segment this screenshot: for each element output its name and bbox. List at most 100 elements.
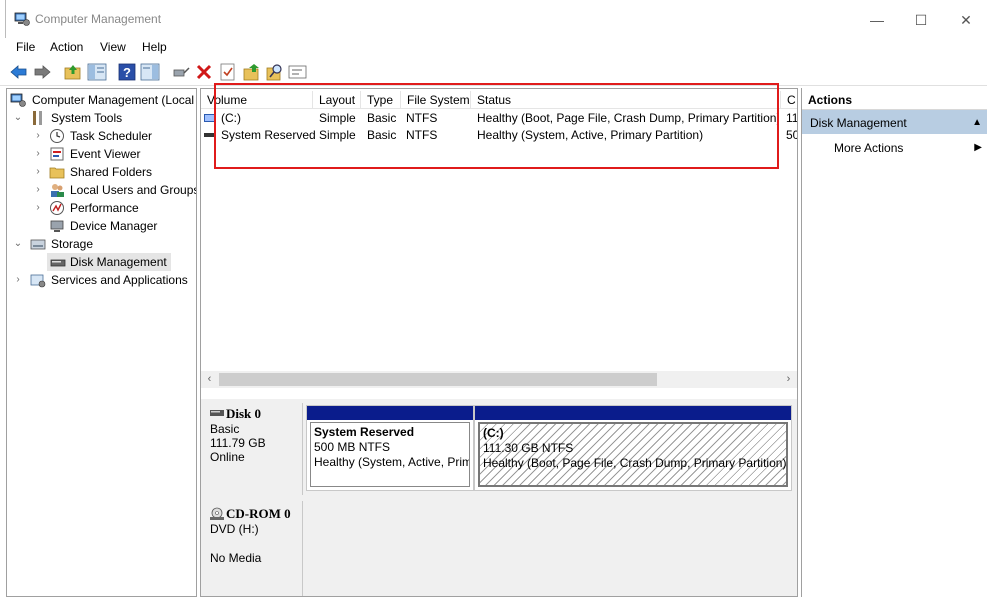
scroll-left-arrow-icon[interactable]: ‹	[201, 371, 218, 388]
horizontal-scrollbar[interactable]: ‹ ›	[201, 371, 797, 388]
tree-item-label: Services and Applications	[51, 273, 188, 287]
partition-body: (C:) 111.30 GB NTFS Healthy (Boot, Page …	[478, 422, 788, 487]
tree-item-device-manager[interactable]: Device Manager	[7, 217, 196, 235]
expand-chevron-icon[interactable]: ›	[33, 181, 43, 199]
disk-drive-icon	[50, 259, 66, 267]
partition-status: Healthy (System, Active, Prim	[314, 455, 470, 469]
tree-item-label: Event Viewer	[70, 147, 141, 161]
computer-management-icon	[10, 93, 26, 107]
tree-item-shared-folders[interactable]: › Shared Folders	[7, 163, 196, 181]
partition-name: System Reserved	[314, 425, 415, 439]
partition-body: System Reserved 500 MB NTFS Healthy (Sys…	[310, 422, 470, 487]
window-title: Computer Management	[35, 12, 162, 26]
disk-0-label[interactable]: Disk 0 Basic 111.79 GB Online	[203, 403, 303, 495]
minimize-button[interactable]: —	[862, 8, 892, 32]
partition-system-reserved[interactable]: System Reserved 500 MB NTFS Healthy (Sys…	[306, 405, 474, 491]
export-icon[interactable]	[242, 62, 262, 82]
expand-chevron-icon[interactable]: ›	[33, 127, 43, 145]
menu-action[interactable]: Action	[50, 40, 83, 54]
scroll-right-arrow-icon[interactable]: ›	[780, 371, 797, 388]
tree-item-label: System Tools	[51, 111, 123, 125]
back-arrow-icon[interactable]	[9, 62, 29, 82]
expand-chevron-icon[interactable]: ›	[33, 199, 43, 217]
collapse-chevron-icon[interactable]: ⌄	[13, 235, 23, 253]
computer-management-icon	[14, 12, 30, 26]
tree-item-storage[interactable]: ⌄ Storage	[7, 235, 196, 253]
menu-view[interactable]: View	[100, 40, 126, 54]
highlight-box	[214, 83, 779, 169]
tree-item-system-tools[interactable]: ⌄ System Tools	[7, 109, 196, 127]
tree-item-disk-management[interactable]: Disk Management	[47, 253, 171, 271]
maximize-button[interactable]: ☐	[906, 8, 936, 32]
more-actions-label: More Actions	[834, 141, 904, 155]
column-capacity[interactable]: C	[781, 91, 797, 109]
storage-icon	[30, 239, 46, 250]
up-folder-icon[interactable]	[63, 62, 83, 82]
tree-item-performance[interactable]: › Performance	[7, 199, 196, 217]
disk-name: Disk 0	[226, 406, 262, 421]
partition-name: (C:)	[483, 426, 504, 440]
partition-status: Healthy (Boot, Page File, Crash Dump, Pr…	[483, 456, 787, 470]
tree-item-services-applications[interactable]: › Services and Applications	[7, 271, 196, 289]
action-pane-icon[interactable]	[140, 62, 160, 82]
delete-icon[interactable]	[194, 62, 214, 82]
menu-file[interactable]: File	[16, 40, 35, 54]
volume-capacity: 50	[786, 128, 797, 142]
tree-item-label: Task Scheduler	[70, 129, 153, 143]
actions-section-label: Disk Management	[810, 116, 907, 130]
shared-folder-icon	[49, 167, 65, 179]
tree-item-local-users[interactable]: › Local Users and Groups	[7, 181, 197, 199]
tree-item-label: Shared Folders	[70, 165, 153, 179]
tree-item-label: Local Users and Groups	[70, 183, 197, 197]
disk-state: No Media	[210, 551, 262, 565]
forward-arrow-icon[interactable]	[32, 62, 52, 82]
help-icon[interactable]: ?	[117, 62, 137, 82]
scrollbar-thumb[interactable]	[219, 373, 657, 386]
tree-item-label: Computer Management (Local	[32, 93, 195, 107]
properties-icon[interactable]	[288, 62, 308, 82]
partition-size: 500 MB NTFS	[314, 440, 391, 454]
disk-icon	[210, 410, 224, 416]
tree-item-event-viewer[interactable]: › Event Viewer	[7, 145, 196, 163]
cdrom-icon	[210, 507, 224, 520]
device-manager-icon	[50, 220, 64, 232]
disk-size: 111.79 GB	[210, 436, 266, 450]
tools-icon	[33, 111, 42, 125]
svg-text:?: ?	[123, 65, 131, 80]
event-viewer-icon	[50, 147, 64, 161]
submenu-arrow-icon: ▶	[974, 142, 982, 153]
actions-title: Actions	[802, 88, 987, 110]
window-left-edge	[0, 0, 6, 38]
collapse-triangle-icon[interactable]: ▲	[972, 110, 982, 136]
actions-section-disk-management[interactable]: Disk Management ▲	[802, 110, 987, 134]
close-button[interactable]: ✕	[951, 8, 981, 32]
tree-item-label: Performance	[70, 201, 139, 215]
disk-type: Basic	[210, 422, 240, 436]
disk-name: CD-ROM 0	[226, 506, 291, 521]
tree-item-label: Device Manager	[70, 219, 158, 233]
more-actions-item[interactable]: More Actions ▶	[802, 138, 987, 158]
expand-chevron-icon[interactable]: ›	[13, 271, 23, 289]
partition-c-drive[interactable]: (C:) 111.30 GB NTFS Healthy (Boot, Page …	[474, 405, 792, 491]
partition-header-bar	[475, 406, 791, 420]
collapse-chevron-icon[interactable]: ⌄	[13, 109, 23, 127]
services-icon	[30, 274, 46, 288]
disk-state: Online	[210, 450, 245, 464]
menu-help[interactable]: Help	[142, 40, 167, 54]
check-icon[interactable]	[218, 62, 238, 82]
volume-capacity: 11	[786, 111, 798, 125]
clock-icon	[50, 129, 64, 143]
users-icon	[51, 184, 64, 197]
performance-icon	[50, 201, 64, 215]
cdrom-0-label[interactable]: CD-ROM 0 DVD (H:) No Media	[203, 501, 303, 596]
disk-type: DVD (H:)	[210, 522, 259, 536]
connect-icon[interactable]	[171, 62, 191, 82]
expand-chevron-icon[interactable]: ›	[33, 163, 43, 181]
console-tree: Computer Management (Local ⌄ System Tool…	[6, 88, 197, 597]
find-icon[interactable]	[265, 62, 285, 82]
partition-size: 111.30 GB NTFS	[483, 441, 574, 455]
partition-header-bar	[307, 406, 473, 420]
tree-item-task-scheduler[interactable]: › Task Scheduler	[7, 127, 196, 145]
expand-chevron-icon[interactable]: ›	[33, 145, 43, 163]
show-hide-tree-icon[interactable]	[87, 62, 107, 82]
